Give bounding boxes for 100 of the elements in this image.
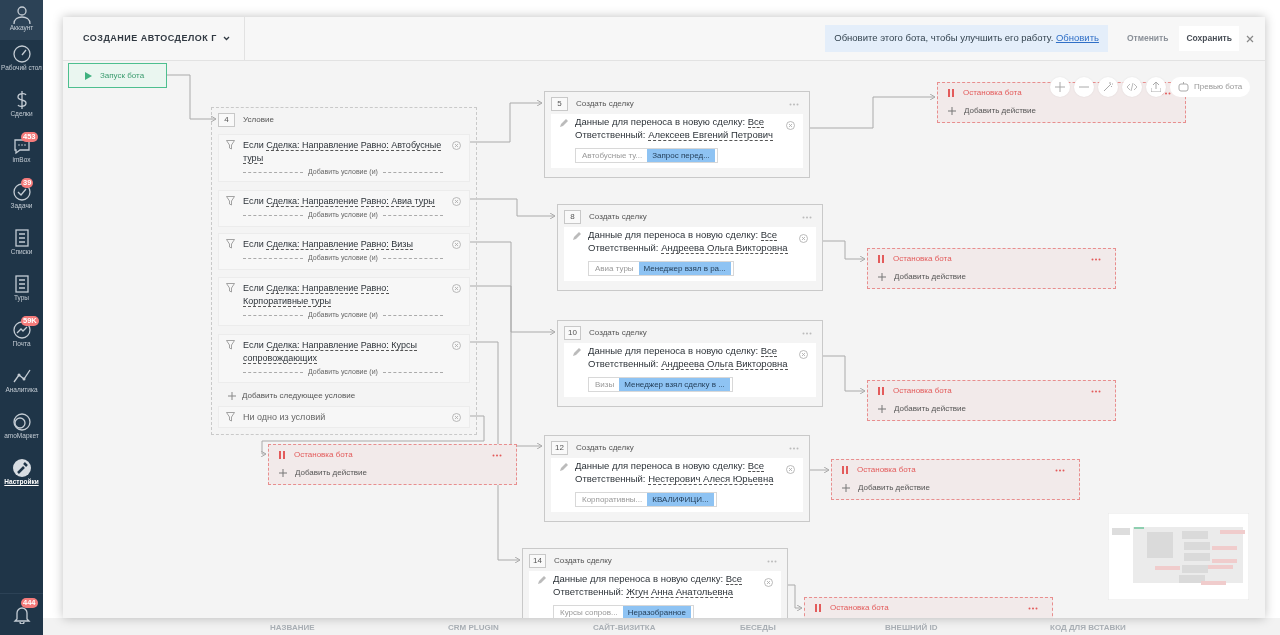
deal-data-text: Данные для переноса в новую сделку: Все <box>588 229 779 242</box>
condition-text: Если Сделка: Направление Равно: Курсы сопровождающих <box>243 339 418 365</box>
add-action-link[interactable]: Добавить действие <box>878 271 1105 283</box>
more-icon <box>789 102 799 106</box>
plus-icon <box>878 405 886 413</box>
more-icon <box>802 215 812 219</box>
pause-icon <box>878 255 884 263</box>
filter-icon <box>226 340 235 350</box>
remove-icon <box>799 234 808 243</box>
condition-text: Если Сделка: Направление Равно: Авиа туры <box>243 195 436 208</box>
save-button[interactable]: Сохранить <box>1179 26 1239 51</box>
condition-text: Ни одно из условий <box>243 411 327 424</box>
add-next-condition[interactable]: Добавить следующее условие <box>228 390 356 402</box>
remove-icon <box>799 350 808 359</box>
update-link[interactable]: Обновить <box>1055 32 1099 44</box>
more-icon <box>1028 606 1038 610</box>
condition-text: Если Сделка: Направление Равно: Визы <box>243 238 414 251</box>
column-header: ВНЕШНИЙ ID <box>885 622 938 634</box>
more-icon <box>789 446 799 450</box>
stage-selector[interactable]: Автобусные ту... Запрос перед... <box>575 148 718 163</box>
more-icon <box>802 331 812 335</box>
node-title: Создать сделку <box>554 555 612 567</box>
condition-text: Если Сделка: Направление Равно: Автобусные туры <box>243 139 443 165</box>
pause-icon <box>948 89 954 97</box>
filter-icon <box>226 412 235 422</box>
node-title: Создать сделку <box>576 442 634 454</box>
code-button[interactable] <box>1122 77 1142 97</box>
remove-icon <box>452 141 461 150</box>
plus-icon <box>279 469 287 477</box>
wand-icon <box>1103 82 1113 92</box>
remove-icon <box>452 284 461 293</box>
stop-title: Остановка бота <box>963 87 1022 99</box>
column-header: БЕСЕДЫ <box>740 622 776 634</box>
stage-selector[interactable]: Корпоративны... КВАЛИФИЦИ... <box>575 492 717 507</box>
owner-text: Ответственный: Жгун Анна Анатольевна <box>553 585 735 598</box>
update-notice: Обновите этого бота, чтобы улучшить его работу. Обновить <box>825 25 1108 52</box>
column-header: CRM PLUGIN <box>448 622 499 634</box>
export-button[interactable] <box>1146 77 1166 97</box>
stop-title: Остановка бота <box>830 602 889 614</box>
close-icon <box>1246 34 1254 43</box>
stop-title: Остановка бота <box>893 385 952 397</box>
connector-line <box>166 74 217 123</box>
filter-icon <box>226 283 235 293</box>
caret-icon <box>222 36 230 41</box>
gauge-icon <box>11 44 32 64</box>
magic-button[interactable] <box>1098 77 1118 97</box>
owner-text: Ответственный: Андреева Ольга Викторовна <box>588 357 789 370</box>
add-action-link[interactable]: Добавить действие <box>948 105 1175 117</box>
play-icon <box>85 71 92 80</box>
pencil-icon <box>559 463 568 472</box>
filter-icon <box>226 196 235 206</box>
column-header: НАЗВАНИЕ <box>270 622 315 634</box>
more-icon <box>1091 257 1101 261</box>
node-title: Создать сделку <box>589 327 647 339</box>
add-action-link[interactable]: Добавить действие <box>878 403 1105 415</box>
stage-selector[interactable]: Курсы сопров... Неразобранное <box>553 605 694 618</box>
add-action-link[interactable]: Добавить действие <box>279 467 506 479</box>
more-icon <box>1055 468 1065 472</box>
stop-title: Остановка бота <box>294 449 353 461</box>
owner-text: Ответственный: Алексеев Евгений Петрович <box>575 128 774 141</box>
plus-icon <box>948 107 956 115</box>
remove-icon <box>452 413 461 422</box>
zoom-in-button[interactable] <box>1050 77 1070 97</box>
remove-icon <box>786 121 795 130</box>
more-icon <box>492 453 502 457</box>
step-number: 4 <box>218 113 235 127</box>
add-action-link[interactable]: Добавить действие <box>842 482 1069 494</box>
globe-icon <box>11 412 32 432</box>
upload-icon <box>1151 82 1161 92</box>
node-title: Создать сделку <box>589 211 647 223</box>
owner-text: Ответственный: Нестерович Алеся Юрьевна <box>575 472 775 485</box>
condition-row[interactable]: Ни одно из условий <box>218 406 470 428</box>
stage-selector[interactable]: Визы Менеджер взял сделку в ... <box>588 377 733 392</box>
plus-icon <box>842 484 850 492</box>
pause-icon <box>815 604 821 612</box>
step-number: 14 <box>529 554 546 568</box>
person-icon <box>11 4 32 24</box>
robot-icon <box>1178 82 1189 92</box>
deal-data-text: Данные для переноса в новую сделку: Все <box>575 116 766 129</box>
step-number: 12 <box>551 441 568 455</box>
condition-text: Если Сделка: Направление Равно: Корпоративные туры <box>243 282 390 308</box>
pencil-icon <box>572 232 581 241</box>
stop-title: Остановка бота <box>893 253 952 265</box>
bell-icon <box>11 604 32 624</box>
pause-icon <box>878 387 884 395</box>
zoom-out-button[interactable] <box>1074 77 1094 97</box>
deal-data-text: Данные для переноса в новую сделку: Все <box>588 345 779 358</box>
more-icon <box>767 559 777 563</box>
column-header: КОД ДЛЯ ВСТАВКИ <box>1050 622 1126 634</box>
deal-data-text: Данные для переноса в новую сделку: Все <box>553 573 744 586</box>
step-number: 8 <box>564 210 581 224</box>
step-number: 5 <box>551 97 568 111</box>
stage-selector[interactable]: Авиа туры Менеджер взял в ра... <box>588 261 734 276</box>
check-icon <box>11 182 32 202</box>
pencil-icon <box>559 119 568 128</box>
stop-title: Остановка бота <box>857 464 916 476</box>
more-icon <box>1091 389 1101 393</box>
code-icon <box>1127 82 1137 92</box>
pause-icon <box>842 466 848 474</box>
deal-data-text: Данные для переноса в новую сделку: Все <box>575 460 766 473</box>
